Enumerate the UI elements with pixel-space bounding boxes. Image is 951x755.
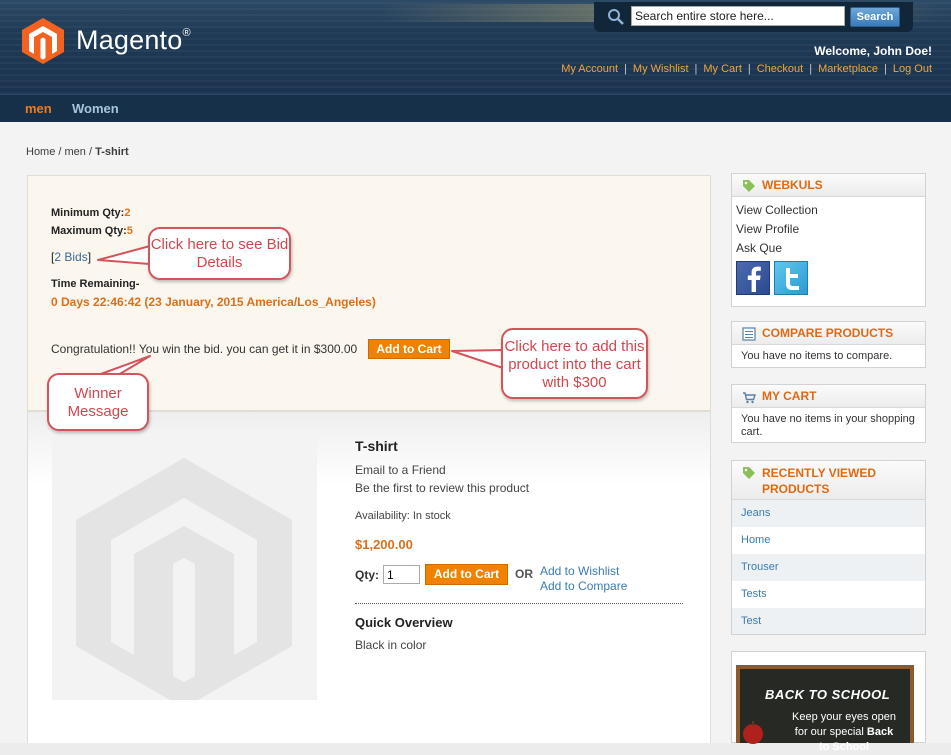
add-cart-callout: Click here to add this product into the … [501,328,648,399]
callout-pointers [97,245,504,376]
bid-details-callout: Click here to see Bid Details [148,227,291,280]
winner-callout: Winner Message [47,373,149,431]
